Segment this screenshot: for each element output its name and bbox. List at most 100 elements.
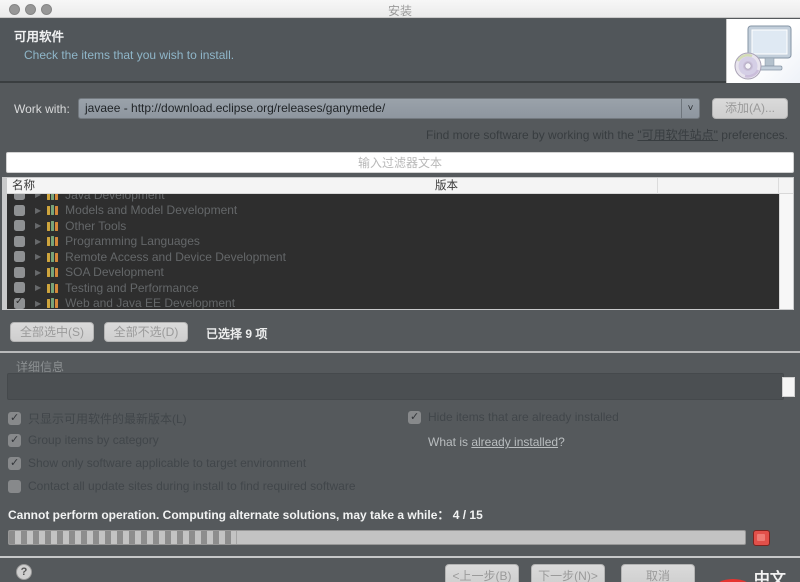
page-title: 可用软件 xyxy=(14,30,65,44)
row-label: Programming Languages xyxy=(65,234,200,249)
dialog-header: 可用软件 Check the items that you wish to in… xyxy=(0,19,800,83)
option-label: Hide items that are already installed xyxy=(428,410,619,424)
table-row[interactable]: ▶ Models and Model Development xyxy=(7,203,793,219)
row-label: Testing and Performance xyxy=(65,280,199,295)
option-row: Show only software applicable to target … xyxy=(8,456,306,470)
work-with-value: javaee - http://download.eclipse.org/rel… xyxy=(85,101,386,115)
next-button[interactable]: 下一步(N)> xyxy=(531,564,605,582)
row-checkbox[interactable] xyxy=(14,204,25,216)
watermark-text: 中文网 xyxy=(753,571,786,582)
details-scrollbar[interactable] xyxy=(782,377,795,397)
table-row[interactable]: ▶ Remote Access and Device Development xyxy=(7,249,793,265)
row-checkbox[interactable] xyxy=(14,296,25,309)
row-label: Models and Model Development xyxy=(65,203,238,218)
column-header-version[interactable]: 版本 xyxy=(435,178,458,194)
progress-fill xyxy=(9,531,238,544)
table-row[interactable]: ▶ SOA Development xyxy=(7,265,793,281)
expand-arrow-icon[interactable]: ▶ xyxy=(35,283,41,292)
option-row: Hide items that are already installed xyxy=(408,410,619,424)
table-row[interactable]: ▶ Other Tools xyxy=(7,218,793,234)
select-all-button[interactable]: 全部选中(S) xyxy=(10,322,94,342)
category-icon xyxy=(47,298,59,309)
expand-arrow-icon[interactable]: ▶ xyxy=(35,299,41,308)
option-row: Contact all update sites during install … xyxy=(8,479,356,493)
link-prefix: What is xyxy=(428,435,472,449)
work-with-label: Work with: xyxy=(14,102,70,116)
software-tree: 名称 版本 ▶ Java Development ▶ Models and Model… xyxy=(2,177,794,310)
install-wizard-icon xyxy=(726,19,800,83)
window-title: 安装 xyxy=(387,4,412,18)
option-label: 只显示可用软件的最新版本(L) xyxy=(28,412,187,426)
row-checkbox[interactable] xyxy=(14,266,25,278)
chevron-down-icon[interactable]: ˅ xyxy=(681,99,699,118)
expand-arrow-icon[interactable]: ▶ xyxy=(35,194,41,199)
table-row[interactable]: ▶ Java Development xyxy=(7,194,793,203)
option-label: Group items by category xyxy=(28,433,159,447)
column-header-name[interactable]: 名称 xyxy=(12,178,35,194)
option-checkbox[interactable] xyxy=(8,479,21,493)
option-checkbox[interactable] xyxy=(408,410,421,424)
details-text-area[interactable] xyxy=(7,373,795,400)
option-checkbox[interactable] xyxy=(8,456,21,470)
find-more-hint: Find more software by working with the "… xyxy=(426,126,788,143)
page-subtitle: Check the items that you wish to install… xyxy=(24,48,235,62)
option-row: 只显示可用软件的最新版本(L) xyxy=(8,410,187,427)
expand-arrow-icon[interactable]: ▶ xyxy=(35,237,41,246)
help-button[interactable]: ? xyxy=(16,564,32,580)
option-checkbox[interactable] xyxy=(8,411,21,425)
option-label: Show only software applicable to target … xyxy=(28,456,307,470)
available-sites-link[interactable]: "可用软件站点" xyxy=(637,128,718,142)
row-checkbox[interactable] xyxy=(14,251,25,263)
expand-arrow-icon[interactable]: ▶ xyxy=(35,268,41,277)
deselect-all-button[interactable]: 全部不选(D) xyxy=(104,322,188,342)
stop-icon[interactable] xyxy=(753,530,770,546)
tree-body: ▶ Java Development ▶ Models and Model Devel… xyxy=(7,194,793,310)
category-icon xyxy=(47,282,59,293)
row-label: Web and Java EE Development xyxy=(65,296,236,310)
row-checkbox[interactable] xyxy=(14,194,25,201)
row-checkbox[interactable] xyxy=(14,282,25,294)
link-suffix: ? xyxy=(558,435,565,449)
expand-arrow-icon[interactable]: ▶ xyxy=(35,221,41,230)
option-row: Group items by category xyxy=(8,433,159,447)
watermark: php 中文网 xyxy=(714,565,800,582)
expand-arrow-icon[interactable]: ▶ xyxy=(35,252,41,261)
table-row[interactable]: ▶ Web and Java EE Development xyxy=(7,296,793,310)
category-icon xyxy=(47,205,59,216)
work-with-combo[interactable]: javaee - http://download.eclipse.org/rel… xyxy=(78,98,700,119)
cancel-button[interactable]: 取消 xyxy=(621,564,695,582)
back-button[interactable]: <上一步(B) xyxy=(445,564,519,582)
category-icon xyxy=(47,220,59,231)
computer-with-disc-icon xyxy=(734,25,792,80)
section-divider[interactable] xyxy=(0,351,800,353)
tree-header: 名称 版本 xyxy=(7,178,793,194)
option-label: Contact all update sites during install … xyxy=(28,479,356,493)
column-divider[interactable] xyxy=(657,178,658,194)
footer-divider xyxy=(0,556,800,558)
already-installed-link[interactable]: already installed xyxy=(471,435,558,449)
vertical-scrollbar[interactable] xyxy=(779,194,793,309)
progress-bar xyxy=(8,530,746,545)
row-checkbox[interactable] xyxy=(14,235,25,247)
hint-prefix: Find more software by working with the xyxy=(426,128,638,142)
row-label: Java Development xyxy=(65,194,165,202)
row-label: Remote Access and Device Development xyxy=(65,249,286,264)
row-checkbox[interactable] xyxy=(14,220,25,232)
title-bar: 安装 xyxy=(0,0,800,18)
status-message: Cannot perform operation. Computing alte… xyxy=(8,508,483,522)
category-icon xyxy=(47,236,59,247)
category-icon xyxy=(47,267,59,278)
expand-arrow-icon[interactable]: ▶ xyxy=(35,206,41,215)
already-installed-line: What is already installed? xyxy=(428,435,565,449)
option-checkbox[interactable] xyxy=(8,433,21,447)
column-divider[interactable] xyxy=(778,178,779,194)
hint-suffix: preferences. xyxy=(717,128,788,142)
row-label: Other Tools xyxy=(65,218,127,233)
row-label: SOA Development xyxy=(65,265,164,280)
category-icon xyxy=(47,251,59,262)
table-row[interactable]: ▶ Programming Languages xyxy=(7,234,793,250)
add-site-button[interactable]: 添加(A)... xyxy=(712,98,788,119)
table-row[interactable]: ▶ Testing and Performance xyxy=(7,280,793,296)
filter-input[interactable] xyxy=(6,152,794,173)
category-icon xyxy=(47,194,59,200)
